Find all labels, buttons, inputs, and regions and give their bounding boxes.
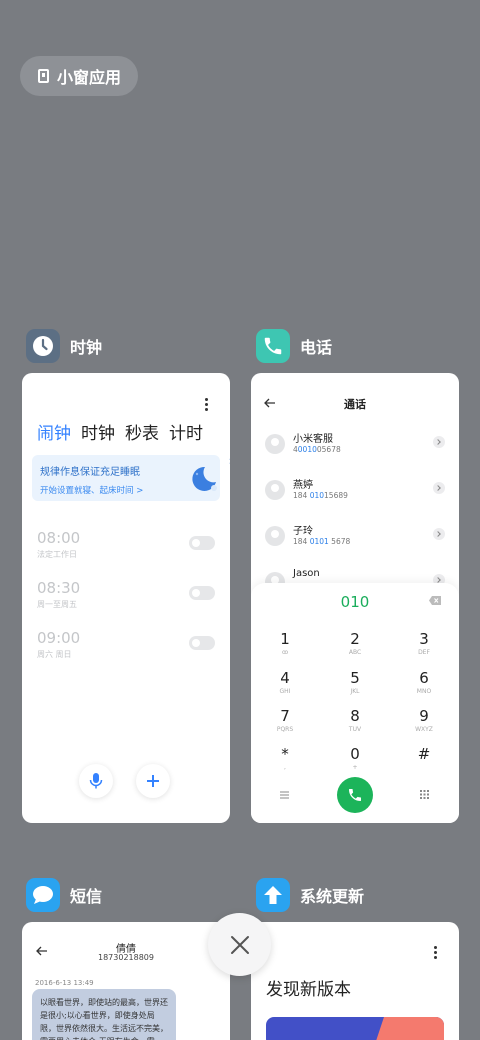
contact-number: 184 01015689 <box>293 491 348 500</box>
contact-item[interactable]: 燕婷 184 01015689 <box>265 476 445 506</box>
phone-app-header[interactable]: 电话 <box>256 329 332 363</box>
clock-more-icon[interactable] <box>205 398 209 413</box>
close-icon <box>230 935 249 954</box>
contact-name: 子玲 <box>293 526 313 537</box>
dial-key-8[interactable]: 8 TUV <box>335 707 375 733</box>
tab-alarm[interactable]: 闹钟 <box>37 419 71 444</box>
moon-icon <box>192 466 217 491</box>
sms-date: 2016-6-13 13:49 <box>35 979 94 987</box>
alarm-repeat: 法定工作日 <box>37 550 77 559</box>
sms-contact-number: 18730218809 <box>98 953 154 962</box>
dial-key-1[interactable]: 1ꝏ <box>265 630 305 656</box>
phone-call-icon <box>349 789 361 801</box>
alarm-repeat: 周六 周日 <box>37 650 72 659</box>
sleep-banner[interactable]: 规律作息保证充足睡眠 开始设置就寝、起床时间 > × <box>32 455 230 501</box>
clock-app-header[interactable]: 时钟 <box>26 329 102 363</box>
clear-all-button[interactable] <box>208 913 271 976</box>
dial-key-6[interactable]: 6 MNO <box>404 669 444 695</box>
clock-app-icon <box>26 329 60 363</box>
contact-item[interactable]: 子玲 184 0101 5678 <box>265 522 445 552</box>
call-button[interactable] <box>337 777 373 813</box>
phone-app-name: 电话 <box>300 338 333 357</box>
avatar <box>265 480 285 500</box>
contact-name: 燕婷 <box>293 480 313 491</box>
update-app-name: 系统更新 <box>300 887 365 906</box>
contact-name: Jason <box>293 568 320 579</box>
voice-button[interactable] <box>79 764 113 798</box>
dial-key-2[interactable]: 2 ABC <box>335 630 375 656</box>
update-title: 发现新版本 <box>266 980 351 1000</box>
dial-key-9[interactable]: 9 WXYZ <box>404 707 444 733</box>
dial-key-5[interactable]: 5 JKL <box>335 669 375 695</box>
avatar <box>265 526 285 546</box>
phone-title: 通话 <box>344 398 366 411</box>
alarm-toggle[interactable] <box>189 586 215 600</box>
small-window-apps-button[interactable]: 小窗应用 <box>20 56 138 96</box>
contact-number: 4001005678 <box>293 445 341 454</box>
add-alarm-button[interactable] <box>136 764 170 798</box>
clock-app-card[interactable]: 闹钟 时钟 秒表 计时 规律作息保证充足睡眠 开始设置就寝、起床时间 > × 0… <box>22 373 230 823</box>
dial-key-0[interactable]: 0 + <box>335 745 375 771</box>
dial-key-4[interactable]: 4 GHI <box>265 669 305 695</box>
phone-app-card[interactable]: 通话 小米客服 4001005678 燕婷 184 01015689 子玲 18… <box>251 373 459 823</box>
alarm-item[interactable]: 08:00 法定工作日 <box>37 529 215 559</box>
sms-app-name: 短信 <box>70 887 103 906</box>
alarm-toggle[interactable] <box>189 636 215 650</box>
dial-key-3[interactable]: 3 DEF <box>404 630 444 656</box>
sms-app-card[interactable]: 倩倩 18730218809 2016-6-13 13:49 以眼看世界，即使站… <box>22 922 230 1040</box>
chevron-right-icon[interactable] <box>433 436 445 448</box>
plus-icon <box>147 775 159 787</box>
update-more-icon[interactable] <box>434 946 438 961</box>
clock-app-name: 时钟 <box>70 338 103 357</box>
update-banner-image <box>266 1017 444 1040</box>
tab-timer[interactable]: 计时 <box>169 419 203 444</box>
alarm-item[interactable]: 08:30 周一至周五 <box>37 579 215 609</box>
dial-key-hash[interactable]: # <box>404 745 444 764</box>
update-app-header[interactable]: 系统更新 <box>256 878 364 912</box>
tab-stopwatch[interactable]: 秒表 <box>125 419 159 444</box>
dial-key-7[interactable]: 7 PQRS <box>265 707 305 733</box>
menu-icon[interactable] <box>280 791 289 799</box>
avatar <box>265 434 285 454</box>
small-window-label: 小窗应用 <box>57 68 122 87</box>
chevron-right-icon[interactable] <box>433 528 445 540</box>
dialpad-grid-icon[interactable] <box>420 790 429 799</box>
alarm-repeat: 周一至周五 <box>37 600 77 609</box>
contact-number: 184 0101 5678 <box>293 537 351 546</box>
backspace-icon[interactable] <box>429 596 441 605</box>
sms-app-header[interactable]: 短信 <box>26 878 102 912</box>
chevron-right-icon[interactable] <box>433 482 445 494</box>
sleep-banner-close-icon[interactable]: × <box>228 457 230 467</box>
update-app-card[interactable]: 发现新版本 <box>251 922 459 1040</box>
phone-app-icon <box>256 329 290 363</box>
contact-name: 小米客服 <box>293 434 333 445</box>
alarm-toggle[interactable] <box>189 536 215 550</box>
contact-item[interactable]: 小米客服 4001005678 <box>265 430 445 460</box>
dial-input[interactable]: 010 <box>251 593 459 611</box>
alarm-item[interactable]: 09:00 周六 周日 <box>37 629 215 659</box>
clock-tabs: 闹钟 时钟 秒表 计时 <box>37 419 203 444</box>
update-app-icon <box>256 878 290 912</box>
sms-app-icon <box>26 878 60 912</box>
dialpad: 010 1ꝏ 2 ABC 3 DEF 4 GHI 5 JKL 6 MNO 7 PQRS 8T… <box>251 583 459 823</box>
microphone-icon <box>89 773 103 789</box>
tab-clock[interactable]: 时钟 <box>81 419 115 444</box>
small-window-icon <box>38 69 49 83</box>
message-bubble[interactable]: 以眼看世界，即使站的最高，世界还是很小;以心看世界，即使身处局限，世界依然很大。… <box>32 989 176 1040</box>
dial-key-star[interactable]: *, <box>265 745 305 771</box>
